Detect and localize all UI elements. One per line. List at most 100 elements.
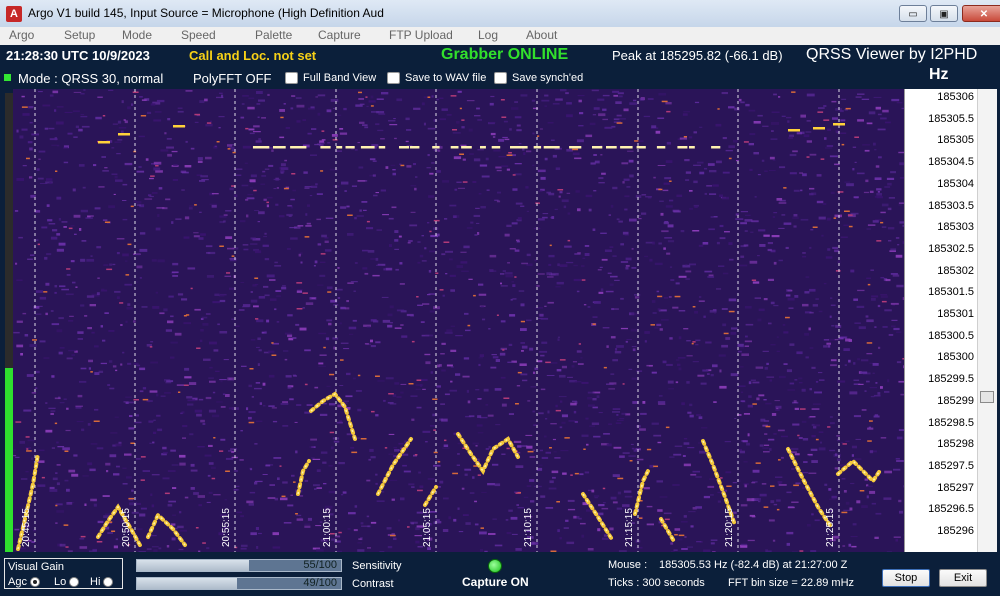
noise-speck [788, 506, 794, 508]
close-button[interactable]: ✕ [962, 5, 1000, 22]
carrier-trace [118, 133, 130, 136]
noise-speck [749, 133, 756, 136]
noise-speck [745, 103, 750, 107]
noise-speck [215, 370, 220, 372]
contrast-slider[interactable]: 49/100 [136, 577, 342, 590]
noise-speck [234, 325, 240, 327]
noise-speck [433, 219, 440, 222]
noise-speck [341, 181, 349, 185]
checkbox-box[interactable] [387, 72, 400, 85]
menu-speed[interactable]: Speed [181, 28, 216, 42]
argo-app-icon[interactable]: A [6, 6, 22, 22]
noise-speck [224, 275, 232, 277]
noise-speck [748, 381, 752, 385]
noise-speck [264, 232, 267, 235]
lo-radio[interactable]: Lo [54, 576, 80, 588]
noise-speck [546, 191, 551, 194]
menu-about[interactable]: About [526, 28, 557, 42]
noise-speck [661, 100, 668, 103]
noise-speck [810, 229, 814, 231]
noise-speck [625, 257, 632, 261]
menu-argo[interactable]: Argo [9, 28, 34, 42]
noise-speck [776, 499, 781, 502]
exit-button[interactable]: Exit [939, 569, 987, 587]
scrollbar-thumb[interactable] [980, 391, 994, 403]
noise-speck [667, 224, 674, 228]
noise-speck [778, 202, 787, 204]
noise-speck [420, 321, 425, 323]
noise-speck [36, 168, 40, 171]
radio-dot[interactable] [103, 577, 114, 588]
checkbox-box[interactable] [285, 72, 298, 85]
checkbox-box[interactable] [494, 72, 507, 85]
noise-speck [538, 412, 544, 415]
noise-speck [743, 244, 749, 247]
noise-speck [690, 525, 694, 528]
noise-speck [492, 136, 496, 138]
noise-speck [656, 480, 663, 483]
sensitivity-slider[interactable]: 55/100 [136, 559, 342, 572]
noise-speck [874, 149, 877, 151]
hi-radio[interactable]: Hi [90, 576, 114, 588]
noise-speck [264, 330, 267, 334]
save-wav-checkbox[interactable]: Save to WAV file [387, 72, 486, 85]
noise-speck [102, 170, 109, 172]
noise-speck [651, 300, 656, 303]
noise-speck [787, 120, 790, 123]
minimize-button[interactable]: ▭ [899, 5, 927, 22]
noise-speck [313, 484, 320, 487]
noise-speck [504, 138, 510, 141]
noise-speck [376, 229, 382, 231]
menu-log[interactable]: Log [478, 28, 498, 42]
noise-speck [818, 447, 826, 451]
stop-button[interactable]: Stop [882, 569, 930, 587]
noise-speck [453, 518, 457, 522]
noise-speck [116, 153, 121, 155]
menu-mode[interactable]: Mode [122, 28, 152, 42]
noise-speck [139, 390, 144, 393]
noise-speck [102, 115, 106, 117]
noise-speck [306, 222, 311, 225]
menu-setup[interactable]: Setup [64, 28, 95, 42]
noise-speck [293, 375, 297, 377]
menu-ftp-upload[interactable]: FTP Upload [389, 28, 453, 42]
capture-led-icon[interactable] [488, 559, 502, 573]
noise-speck [462, 158, 466, 161]
frequency-scrollbar[interactable] [977, 89, 997, 552]
menu-palette[interactable]: Palette [255, 28, 292, 42]
save-synched-checkbox[interactable]: Save synch'ed [494, 72, 583, 85]
noise-speck [764, 170, 768, 172]
waterfall-display[interactable]: 20:45:15 20:50:15 20:55:15 21:00:15 21:05:15… [13, 89, 904, 552]
radio-dot[interactable] [69, 577, 80, 588]
noise-speck [473, 214, 481, 217]
noise-speck [205, 245, 213, 248]
noise-speck [66, 488, 70, 492]
radio-dot[interactable] [29, 577, 40, 588]
noise-speck [612, 186, 618, 190]
noise-speck [94, 408, 99, 411]
noise-speck [271, 342, 274, 344]
noise-speck [802, 471, 809, 474]
noise-speck [337, 267, 340, 269]
noise-speck [55, 522, 58, 524]
noise-speck [459, 107, 462, 110]
noise-speck [357, 142, 361, 144]
noise-speck [616, 218, 620, 221]
noise-speck [870, 298, 876, 301]
noise-speck [127, 243, 132, 246]
noise-speck [381, 296, 389, 298]
noise-speck [88, 359, 93, 363]
noise-speck [681, 548, 688, 550]
noise-speck [669, 337, 673, 340]
noise-speck [520, 320, 525, 323]
menu-capture[interactable]: Capture [318, 28, 361, 42]
agc-radio[interactable]: Agc [8, 576, 40, 588]
noise-speck [162, 477, 170, 480]
full-band-view-checkbox[interactable]: Full Band View [285, 72, 376, 85]
noise-speck [122, 200, 127, 201]
noise-speck [804, 332, 809, 336]
noise-speck [538, 464, 543, 466]
noise-speck [765, 402, 772, 405]
maximize-button[interactable]: ▣ [930, 5, 958, 22]
noise-speck [700, 382, 707, 385]
